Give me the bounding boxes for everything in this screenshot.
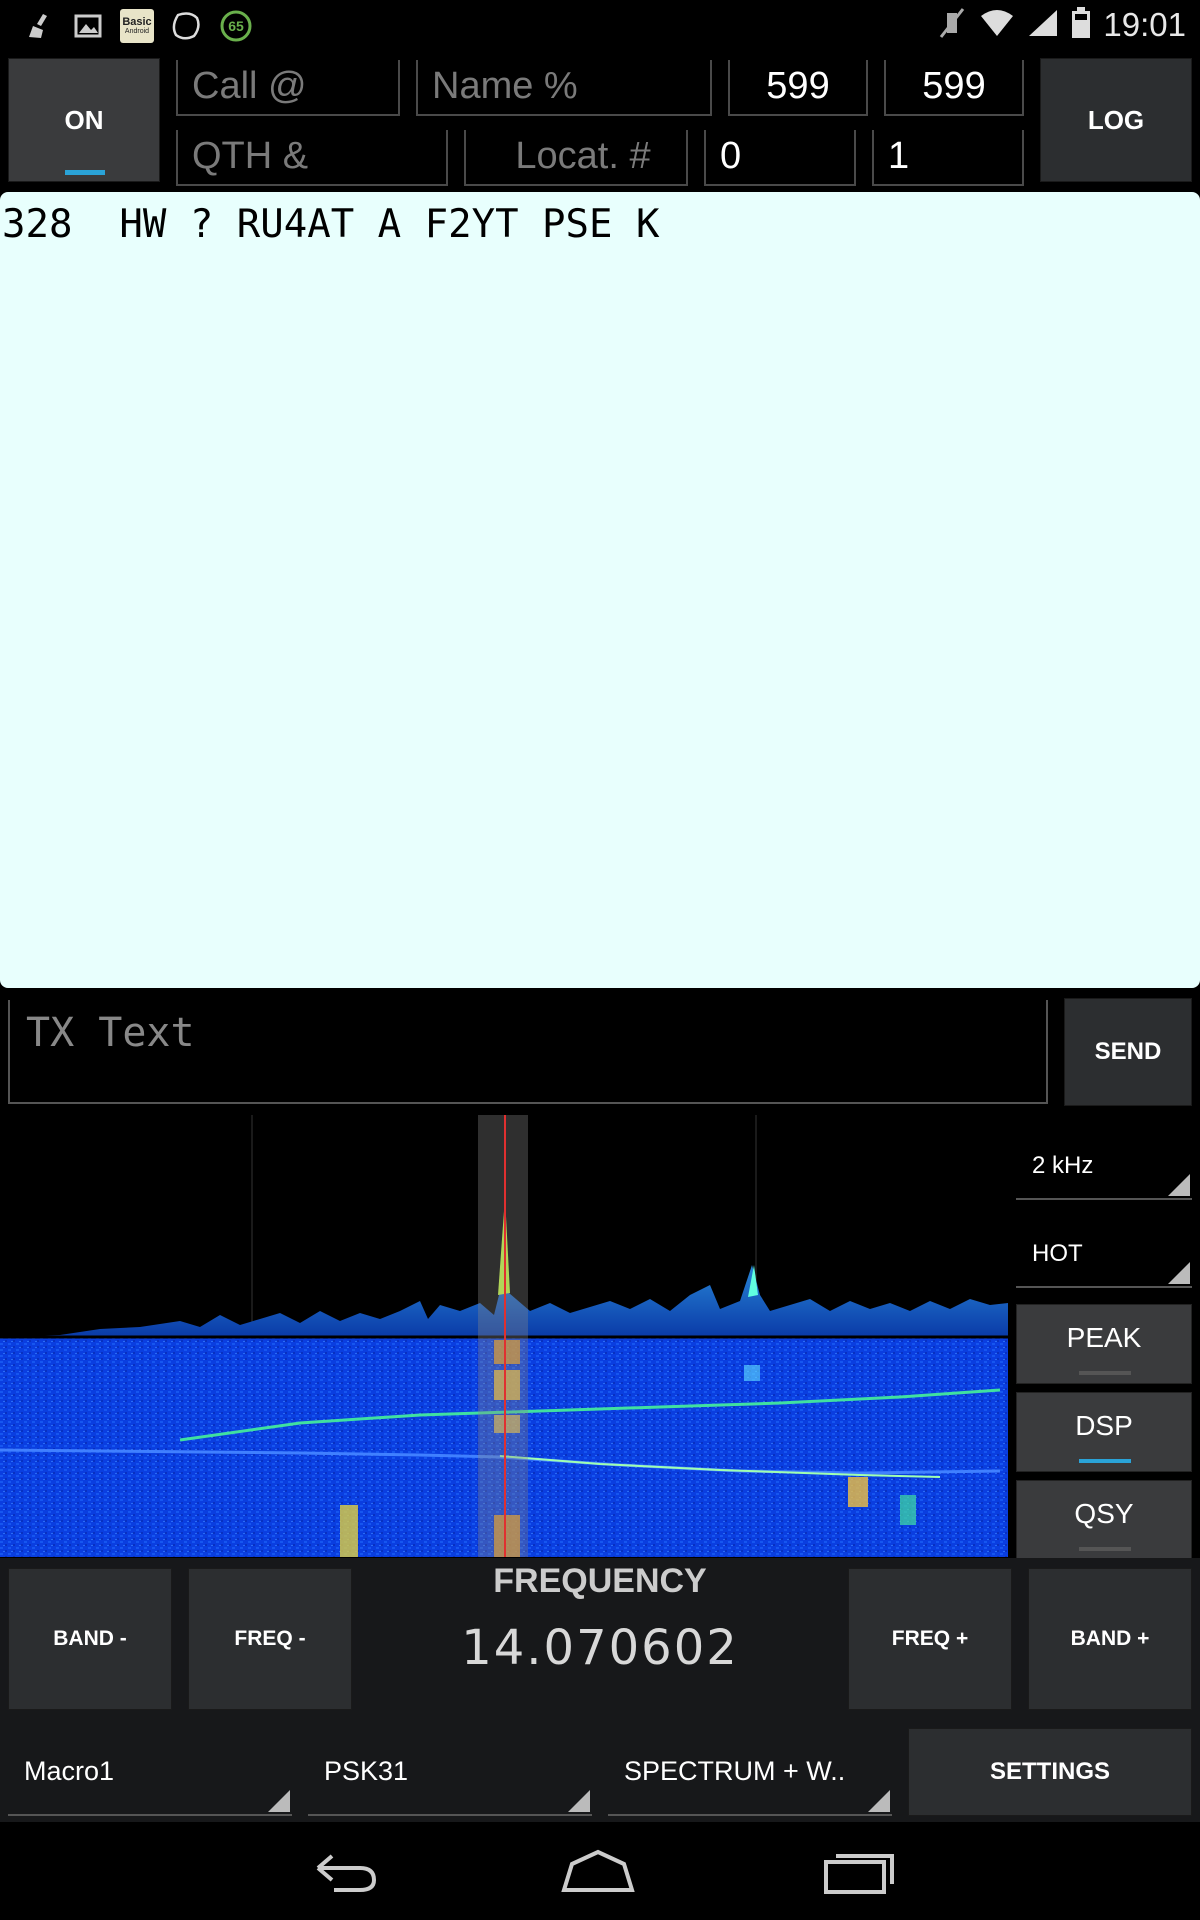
name-field[interactable]: Name % [416, 60, 712, 116]
dsp-indicator [1079, 1459, 1131, 1463]
android-label: Android [124, 28, 150, 35]
rst-rcvd-value: 599 [922, 65, 986, 107]
qth-placeholder: QTH & [192, 135, 309, 177]
palette-value: HOT [1032, 1240, 1083, 1267]
freq-plus-button[interactable]: FREQ + [848, 1568, 1012, 1710]
mode-value: PSK31 [324, 1756, 409, 1786]
dropdown-corner-icon [1168, 1262, 1190, 1284]
blob-icon [168, 9, 204, 43]
settings-button[interactable]: SETTINGS [908, 1728, 1192, 1816]
image-icon [70, 9, 106, 43]
locator-placeholder: Locat. # [515, 135, 651, 177]
rx-text: 328 HW ? RU4AT A F2YT PSE K [2, 202, 660, 247]
wifi-icon [979, 8, 1015, 43]
call-field[interactable]: Call @ [176, 60, 400, 116]
basic-label: Basic [122, 16, 152, 28]
freq-minus-button[interactable]: FREQ - [188, 1568, 352, 1710]
serial-rcvd-value: 1 [888, 135, 910, 177]
call-placeholder: Call @ [192, 65, 307, 107]
rst-sent-value: 599 [766, 65, 830, 107]
navigation-bar [0, 1822, 1200, 1920]
rst-rcvd-field[interactable]: 599 [884, 60, 1024, 116]
freq-minus-label: FREQ - [234, 1627, 306, 1650]
clock: 19:01 [1103, 6, 1186, 43]
dropdown-corner-icon [868, 1790, 890, 1812]
notification-icons: Basic Android 65 [20, 6, 254, 46]
locator-field[interactable]: Locat. # [464, 130, 688, 186]
back-icon[interactable] [304, 1846, 384, 1896]
badge-65-icon: 65 [218, 9, 254, 43]
band-plus-button[interactable]: BAND + [1028, 1568, 1192, 1710]
dropdown-corner-icon [568, 1790, 590, 1812]
mode-dropdown[interactable]: PSK31 [308, 1722, 592, 1816]
freq-plus-label: FREQ + [891, 1627, 969, 1650]
send-button[interactable]: SEND [1064, 998, 1192, 1106]
broom-icon [20, 9, 56, 43]
on-label: ON [64, 104, 104, 135]
band-minus-button[interactable]: BAND - [8, 1568, 172, 1710]
spectrum-waterfall[interactable] [0, 1115, 1008, 1557]
qsy-indicator [1079, 1547, 1131, 1551]
battery-icon [1071, 6, 1091, 44]
view-value: SPECTRUM + W.. [624, 1756, 846, 1786]
macro-value: Macro1 [24, 1756, 115, 1786]
tx-text-input[interactable]: TX Text [8, 1000, 1048, 1104]
log-label: LOG [1087, 104, 1145, 135]
signal-icon [1027, 8, 1059, 43]
bandwidth-dropdown[interactable]: 2 kHz [1016, 1124, 1192, 1200]
peak-indicator [1079, 1371, 1131, 1375]
bandwidth-value: 2 kHz [1032, 1152, 1094, 1179]
on-indicator [65, 170, 105, 175]
home-icon[interactable] [558, 1846, 638, 1896]
on-button[interactable]: ON [8, 58, 160, 182]
send-label: SEND [1094, 1038, 1162, 1065]
rst-sent-field[interactable]: 599 [728, 60, 868, 116]
basic-android-icon: Basic Android [120, 9, 154, 43]
spectrum-waterfall-graphic [0, 1115, 1008, 1557]
log-header: ON Call @ Name % 599 599 QTH & Locat. # … [0, 50, 1200, 190]
palette-dropdown[interactable]: HOT [1016, 1212, 1192, 1288]
view-dropdown[interactable]: SPECTRUM + W.. [608, 1722, 892, 1816]
serial-rcvd-field[interactable]: 1 [872, 130, 1024, 186]
peak-label: PEAK [1066, 1322, 1142, 1353]
settings-label: SETTINGS [989, 1758, 1110, 1785]
recents-icon[interactable] [820, 1846, 900, 1896]
peak-button[interactable]: PEAK [1016, 1304, 1192, 1384]
serial-sent-field[interactable]: 0 [704, 130, 856, 186]
badge-text: 65 [228, 18, 244, 34]
dsp-label: DSP [1075, 1410, 1133, 1441]
tx-placeholder: TX Text [26, 1010, 195, 1056]
dropdown-corner-icon [1168, 1174, 1190, 1196]
band-plus-label: BAND + [1070, 1627, 1150, 1650]
serial-sent-value: 0 [720, 135, 742, 177]
qsy-button[interactable]: QSY [1016, 1480, 1192, 1560]
band-minus-label: BAND - [53, 1627, 127, 1650]
mute-icon [937, 7, 967, 44]
qth-field[interactable]: QTH & [176, 130, 448, 186]
qsy-label: QSY [1074, 1498, 1134, 1529]
log-button[interactable]: LOG [1040, 58, 1192, 182]
status-bar: Basic Android 65 19:01 [0, 0, 1200, 50]
dsp-button[interactable]: DSP [1016, 1392, 1192, 1472]
dropdown-corner-icon [268, 1790, 290, 1812]
frequency-value[interactable]: 14.070602 [360, 1620, 840, 1676]
rx-text-area[interactable]: 328 HW ? RU4AT A F2YT PSE K [0, 192, 1200, 988]
macro-dropdown[interactable]: Macro1 [8, 1722, 292, 1816]
name-placeholder: Name % [432, 65, 578, 107]
frequency-title: FREQUENCY [493, 1562, 707, 1600]
